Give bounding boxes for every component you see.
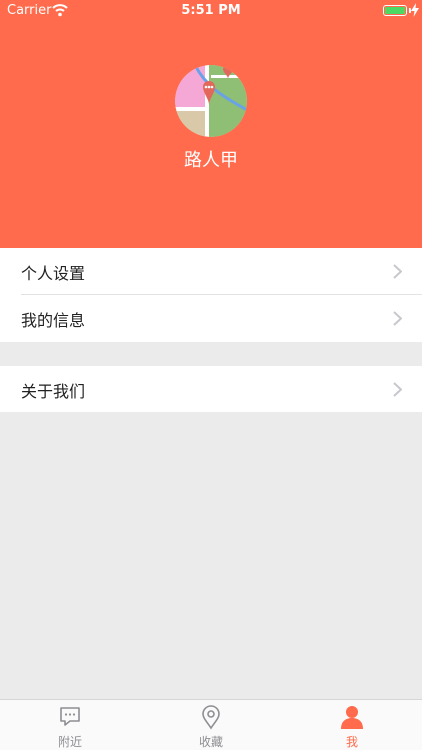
tab-bar: 附近 收藏 我 [0,699,422,750]
profile-header: Carrier 5:51 PM 路人甲 [0,0,422,248]
tab-me[interactable]: 我 [282,700,422,750]
status-time: 5:51 PM [181,3,241,18]
battery-level [385,7,405,14]
charging-bolt-icon [411,3,419,17]
about-group: 关于我们 [0,366,422,412]
menu-item-label: 我的信息 [21,311,86,330]
tab-label: 收藏 [198,735,223,749]
tab-label: 我 [345,735,358,749]
menu-item-my-info[interactable]: 我的信息 [0,295,422,342]
menu-item-about-us[interactable]: 关于我们 [0,366,422,412]
menu-item-personal-settings[interactable]: 个人设置 [0,248,422,295]
chevron-right-icon [393,264,402,279]
menu-item-label: 关于我们 [21,382,86,401]
tab-nearby[interactable]: 附近 [0,700,140,750]
menu-item-label: 个人设置 [21,264,86,283]
tab-label: 附近 [57,735,82,749]
person-icon [341,706,363,729]
chevron-right-icon [393,311,402,326]
chevron-right-icon [393,382,402,397]
chat-bubble-icon [60,707,80,726]
avatar[interactable] [175,65,247,137]
status-bar: Carrier 5:51 PM [0,0,422,22]
tab-favorites[interactable]: 收藏 [141,700,281,750]
battery-icon [383,5,407,16]
location-pin-icon [202,705,220,730]
user-name: 路人甲 [184,150,238,171]
settings-group: 个人设置 我的信息 [0,248,422,342]
